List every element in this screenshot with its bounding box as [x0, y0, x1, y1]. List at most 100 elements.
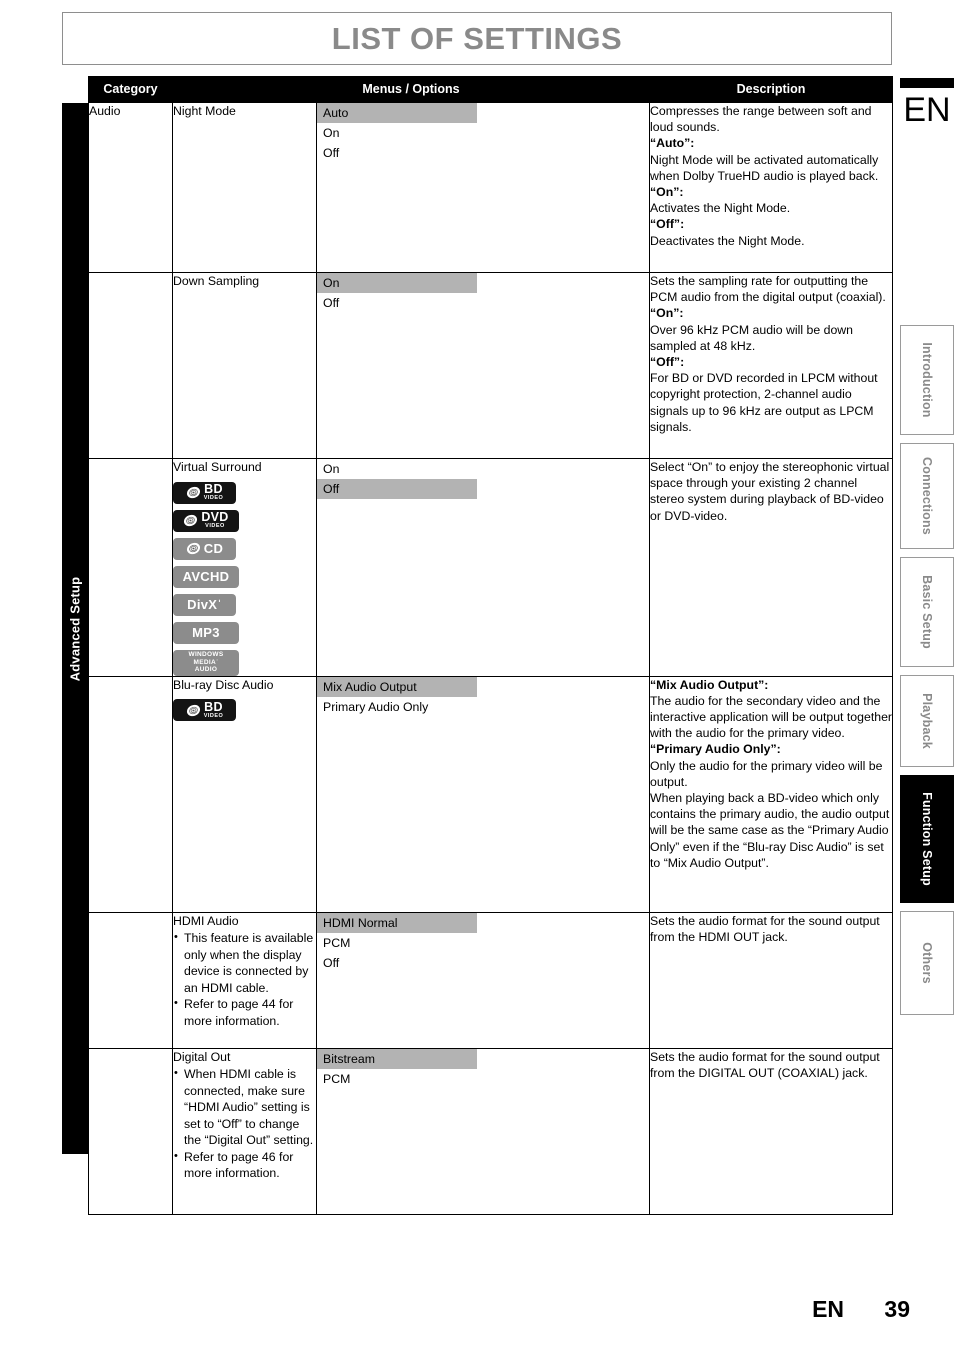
cd-badge: CD [173, 537, 236, 560]
description-term: “On”: [650, 306, 684, 321]
table-body: Audio Night Mode Auto On Off Compresses the r… [88, 102, 894, 1215]
section-tab-label: Connections [920, 457, 934, 535]
menu-name: Virtual Surround [173, 460, 262, 474]
table-row: Virtual Surround BD VIDEO DVD VIDEO CD AVCHD Di… [88, 458, 894, 677]
option-item-default[interactable]: HDMI Normal [317, 912, 477, 933]
footer-page-number: 39 [884, 1296, 910, 1322]
option-item[interactable]: Off [317, 953, 649, 973]
menu-note-item: Refer to page 46 for more information. [173, 1148, 316, 1182]
column-header-category: Category [88, 76, 173, 103]
cell-description: Select “On” to enjoy the stereophonic vi… [649, 458, 894, 677]
option-item[interactable]: On [317, 123, 649, 143]
cell-options: Auto On Off [315, 102, 651, 273]
disc-icon [186, 704, 200, 716]
option-item-default[interactable]: Mix Audio Output [317, 676, 477, 697]
footer-language: EN [812, 1296, 845, 1322]
section-tab-basic-setup[interactable]: Basic Setup [900, 557, 954, 667]
option-item[interactable]: PCM [317, 1069, 649, 1089]
bd-video-badge: BD VIDEO [173, 481, 236, 504]
section-tab-label: Playback [920, 693, 934, 749]
mp3-badge: MP3 [173, 621, 239, 644]
cell-category: Audio [88, 102, 173, 273]
menu-name: Digital Out [173, 1049, 231, 1064]
cell-category [88, 675, 173, 913]
cell-category [88, 1047, 173, 1215]
option-item-default[interactable]: Off [317, 479, 477, 499]
language-marker-rule [900, 78, 954, 88]
section-tab-others[interactable]: Others [900, 911, 954, 1015]
menu-name: Night Mode [173, 104, 236, 118]
option-item-default[interactable]: Auto [317, 103, 477, 123]
section-tab-playback[interactable]: Playback [900, 675, 954, 767]
page-title-banner: LIST OF SETTINGS [62, 12, 892, 65]
menu-name: HDMI Audio [173, 913, 239, 928]
cell-description: “Mix Audio Output”: The audio for the sec… [649, 675, 894, 913]
badge-text: WINDOWS MEDIAˈ AUDIO [188, 651, 224, 674]
badge-text: DVD VIDEO [201, 510, 229, 529]
section-tab-function-setup[interactable]: Function Setup [900, 775, 954, 903]
description-term: “Auto”: [650, 136, 695, 151]
option-item[interactable]: Off [317, 143, 649, 163]
description-text: Over 96 kHz PCM audio will be down sampl… [650, 322, 853, 353]
bd-video-badge: BD VIDEO [173, 699, 236, 721]
option-list: Bitstream PCM [317, 1048, 649, 1089]
supported-format-badges: BD VIDEO [173, 699, 305, 721]
description-text: When playing back a BD-video which only … [650, 790, 890, 870]
option-item[interactable]: Off [317, 293, 649, 313]
description-term: “Off”: [650, 355, 685, 370]
section-tab-introduction[interactable]: Introduction [900, 325, 954, 435]
cell-options: Mix Audio Output Primary Audio Only [315, 675, 651, 913]
section-tab-rail[interactable]: Introduction Connections Basic Setup Playba… [900, 325, 954, 1023]
disc-icon [186, 486, 200, 499]
description-text: Compresses the range between soft and lo… [650, 104, 872, 135]
menu-note-item: When HDMI cable is connected, make sure … [173, 1065, 316, 1149]
windows-media-audio-badge: WINDOWS MEDIAˈ AUDIO [173, 649, 239, 676]
cell-menu: Night Mode [172, 102, 317, 273]
menu-name: Down Sampling [173, 274, 260, 288]
table-row: HDMI AudioThis feature is available only… [88, 911, 894, 1049]
language-marker: EN [900, 78, 954, 130]
description-text: Sets the sampling rate for outputting th… [650, 274, 886, 305]
menu-note-list: When HDMI cable is connected, make sure … [173, 1065, 316, 1182]
badge-text: AVCHD [182, 568, 230, 584]
option-item[interactable]: Primary Audio Only [317, 697, 649, 717]
divx-badge: DivXˈ [173, 593, 236, 616]
table-row: Digital OutWhen HDMI cable is connected,… [88, 1047, 894, 1215]
description-text: Select “On” to enjoy the stereophonic vi… [650, 460, 890, 523]
section-tab-connections[interactable]: Connections [900, 443, 954, 549]
page-footer: EN 39 [0, 1296, 910, 1323]
cell-category [88, 458, 173, 677]
cell-options: On Off [315, 458, 651, 677]
cell-description: Compresses the range between soft and lo… [649, 102, 894, 273]
badge-text: BD VIDEO [203, 482, 224, 501]
description-text: For BD or DVD recorded in LPCM without c… [650, 371, 878, 434]
chapter-tab-label: Advanced Setup [67, 576, 83, 681]
disc-icon [184, 514, 198, 527]
option-item[interactable]: On [317, 459, 649, 479]
description-text: Night Mode will be activated automatical… [650, 152, 879, 183]
badge-text: BD VIDEO [203, 699, 224, 719]
avchd-badge: AVCHD [173, 565, 239, 588]
description-text: Sets the audio format for the sound outp… [650, 1049, 880, 1080]
table-header-row: Category Menus / Options Description [88, 76, 894, 103]
option-item-default[interactable]: On [317, 273, 477, 293]
description-term: “Mix Audio Output”: [650, 677, 769, 692]
menu-note-list: This feature is available only when the … [173, 929, 316, 1029]
option-item-default[interactable]: Bitstream [317, 1048, 477, 1069]
badge-text: MP3 [192, 624, 220, 640]
disc-icon [186, 542, 200, 555]
cell-description: Sets the audio format for the sound outp… [649, 1047, 894, 1215]
description-text: The audio for the secondary video and th… [650, 693, 893, 741]
table-row: Audio Night Mode Auto On Off Compresses the r… [88, 102, 894, 273]
section-tab-label: Function Setup [920, 792, 934, 886]
settings-table: Category Menus / Options Description Aud… [88, 76, 894, 1215]
table-row: Down Sampling On Off Sets the sampling rate… [88, 272, 894, 459]
cell-options: On Off [315, 272, 651, 459]
option-list: Auto On Off [317, 103, 649, 163]
table-row: Blu-ray Disc Audio BD VIDEO Mix Audio Outpu… [88, 675, 894, 913]
description-term: “On”: [650, 185, 684, 200]
description-text: Deactivates the Night Mode. [650, 233, 805, 248]
option-item[interactable]: PCM [317, 933, 649, 953]
cell-menu: HDMI AudioThis feature is available only… [172, 911, 317, 1049]
badge-text: CD [203, 540, 224, 556]
